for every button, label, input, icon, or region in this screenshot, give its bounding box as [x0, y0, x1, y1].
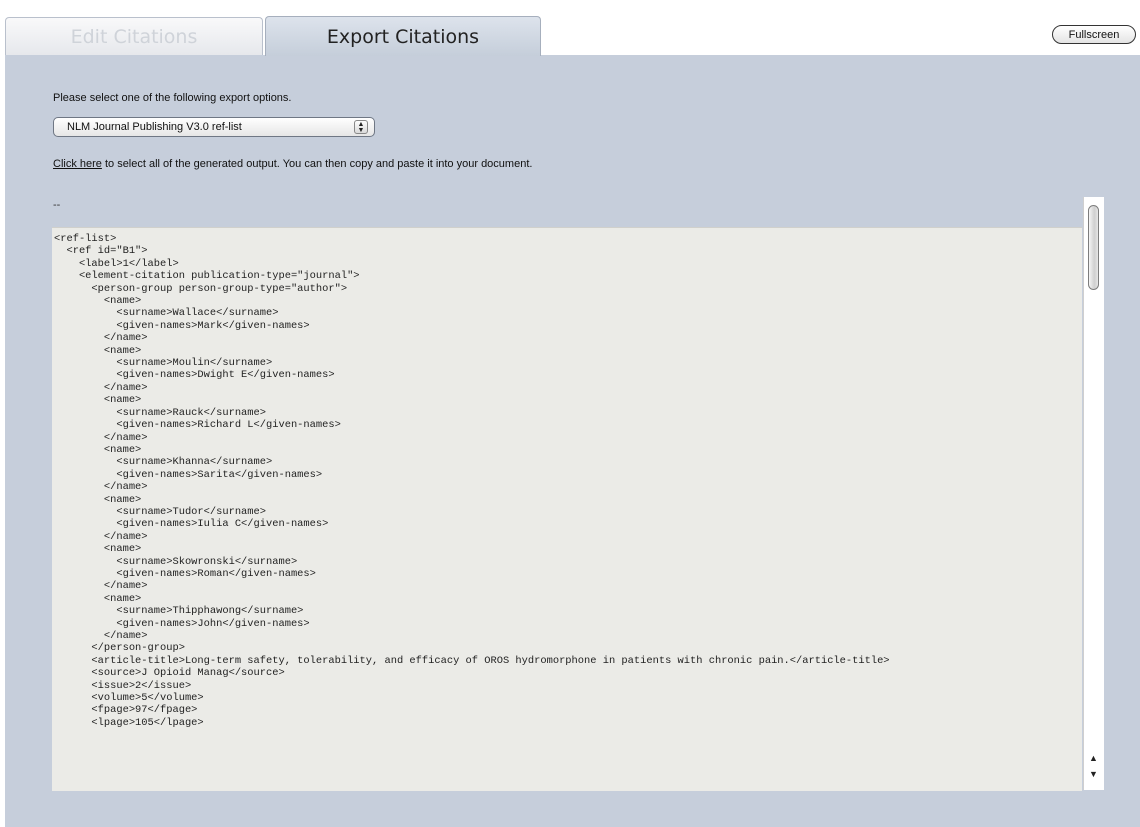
output-line: <label>1</label> [54, 257, 179, 270]
output-line: </name> [54, 530, 148, 543]
output-line: <given-names>Richard L</given-names> [54, 419, 341, 432]
output-line: <fpage>97</fpage> [54, 704, 198, 717]
scroll-down-arrow-icon[interactable]: ▼ [1087, 768, 1100, 780]
output-line: </name> [54, 481, 148, 494]
export-format-select[interactable]: NLM Journal Publishing V3.0 ref-list ▲ ▼ [53, 117, 375, 137]
output-line: <given-names>Mark</given-names> [54, 319, 310, 332]
select-all-text: to select all of the generated output. Y… [101, 158, 533, 170]
output-line: <issue>2</issue> [54, 679, 192, 692]
scroll-up-arrow-icon[interactable]: ▲ [1087, 752, 1100, 764]
output-line: <lpage>105</lpage> [54, 716, 204, 729]
tab-edit-citations[interactable]: Edit Citations [5, 17, 263, 55]
fullscreen-button[interactable]: Fullscreen [1052, 25, 1136, 44]
output-line: <name> [54, 344, 142, 357]
output-line: <ref-list> [54, 233, 117, 245]
select-arrows-icon: ▲ ▼ [354, 120, 368, 134]
export-prompt: Please select one of the following expor… [53, 92, 292, 104]
output-line: </person-group> [54, 642, 185, 655]
output-line: <surname>Rauck</surname> [54, 406, 267, 419]
generated-output-text: <ref-list> <ref id="B1"> <label>1</label… [52, 228, 1082, 729]
click-here-link[interactable]: Click here [53, 158, 102, 170]
output-line: <element-citation publication-type="jour… [54, 270, 360, 283]
output-line: <surname>Thipphawong</surname> [54, 605, 304, 618]
output-line: <name> [54, 443, 142, 456]
output-line: <surname>Tudor</surname> [54, 505, 267, 518]
output-line: <name> [54, 493, 142, 506]
output-line: <given-names>Iulia C</given-names> [54, 518, 329, 531]
output-line: <name> [54, 592, 142, 605]
output-line: <given-names>Dwight E</given-names> [54, 369, 335, 382]
select-all-instructions: Click here to select all of the generate… [53, 158, 532, 170]
generated-output[interactable]: <ref-list> <ref id="B1"> <label>1</label… [52, 227, 1082, 791]
export-format-selected: NLM Journal Publishing V3.0 ref-list [67, 121, 242, 133]
output-line: <volume>5</volume> [54, 692, 204, 705]
output-line: <given-names>Sarita</given-names> [54, 468, 323, 481]
output-line: <surname>Moulin</surname> [54, 357, 273, 370]
tab-export-citations[interactable]: Export Citations [265, 16, 541, 56]
scrollbar-thumb[interactable] [1088, 205, 1099, 290]
output-line: </name> [54, 381, 148, 394]
output-line: </name> [54, 332, 148, 345]
output-line: <person-group person-group-type="author"… [54, 282, 348, 295]
output-separator: -- [53, 199, 61, 211]
output-line: </name> [54, 580, 148, 593]
output-line: <source>J Opioid Manag</source> [54, 667, 285, 680]
output-line: <surname>Skowronski</surname> [54, 555, 298, 568]
output-line: <given-names>Roman</given-names> [54, 567, 316, 580]
output-line: </name> [54, 630, 148, 642]
output-line: <name> [54, 295, 142, 308]
output-line: <article-title>Long-term safety, tolerab… [54, 654, 890, 667]
output-line: <name> [54, 543, 142, 556]
output-line: </name> [54, 431, 148, 444]
output-line: <name> [54, 394, 142, 407]
output-line: <ref id="B1"> [54, 245, 148, 258]
output-line: <surname>Khanna</surname> [54, 456, 273, 469]
output-line: <surname>Wallace</surname> [54, 307, 279, 320]
output-line: <given-names>John</given-names> [54, 617, 310, 630]
output-scrollbar[interactable]: ▲ ▼ [1083, 197, 1104, 790]
